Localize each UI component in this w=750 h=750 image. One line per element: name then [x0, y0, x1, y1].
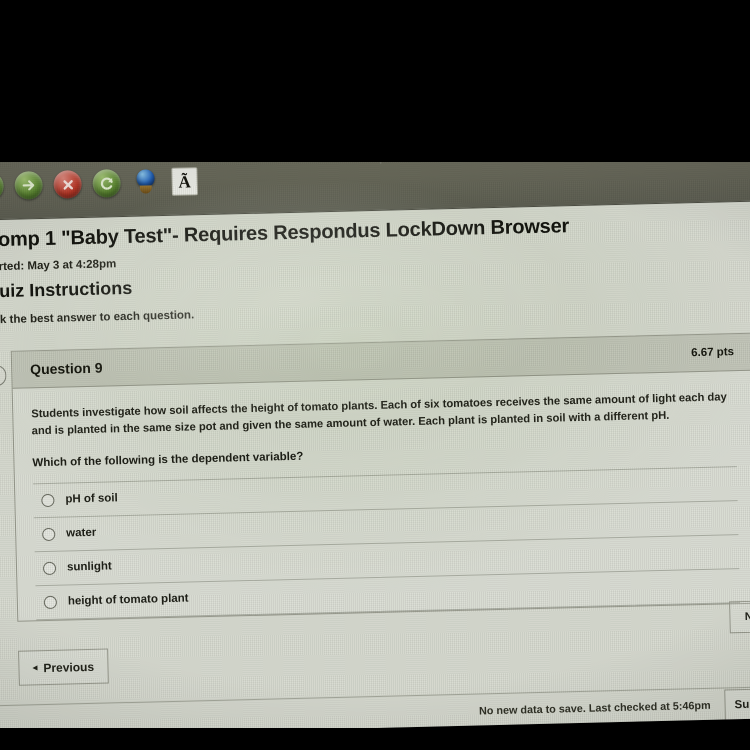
back-arrow-icon [0, 171, 5, 201]
toolbar-button-group: Ã [0, 166, 200, 201]
next-question-button[interactable]: Next ▸ [729, 599, 750, 634]
forward-arrow-icon [14, 170, 44, 200]
save-status-text: No new data to save. Last checked at 5:4… [478, 699, 711, 718]
radio-button-icon[interactable] [42, 561, 57, 575]
refresh-icon [92, 169, 122, 198]
answer-option-list: pH of soil water sunlight height of toma… [32, 465, 741, 620]
previous-question-button[interactable]: ◂ Previous [18, 648, 109, 686]
laptop-screen: Ã omp 1 "Baby Test"- Requires Respondus … [0, 137, 750, 738]
forward-button[interactable] [13, 170, 44, 201]
answer-option-label: water [66, 527, 97, 540]
previous-button-label: Previous [43, 659, 95, 675]
question-card-body: Students investigate how soil affects th… [13, 371, 750, 621]
back-button[interactable] [0, 171, 5, 202]
submit-quiz-button[interactable]: Submit Qu [724, 687, 750, 722]
answer-option-label: pH of soil [65, 492, 118, 506]
quiz-started-timestamp: rted: May 3 at 4:28pm [0, 258, 117, 274]
quiz-save-bar: No new data to save. Last checked at 5:4… [0, 685, 750, 738]
a-tilde-icon: Ã [171, 167, 198, 196]
quiz-title: omp 1 "Baby Test"- Requires Respondus Lo… [0, 215, 570, 252]
question-points: 6.67 pts [691, 346, 735, 360]
globe-button[interactable] [130, 167, 161, 198]
chrome-seam [379, 147, 382, 164]
answer-option-label: sunlight [66, 560, 112, 574]
question-stem: Students investigate how soil affects th… [31, 391, 727, 438]
font-size-button[interactable]: Ã [169, 166, 200, 197]
globe-icon [132, 168, 159, 197]
question-prompt: Which of the following is the dependent … [32, 450, 304, 470]
radio-button-icon[interactable] [43, 595, 58, 609]
refresh-button[interactable] [91, 168, 122, 199]
answer-option-label: height of tomato plant [67, 592, 189, 608]
question-number: Question 9 [29, 359, 103, 378]
screenshot-photo: Ã omp 1 "Baby Test"- Requires Respondus … [0, 0, 750, 750]
chevron-left-icon: ◂ [32, 662, 38, 673]
question-flag-icon[interactable] [0, 364, 7, 387]
laptop-bezel-top [0, 0, 750, 162]
quiz-instructions-body: k the best answer to each question. [0, 309, 195, 327]
stop-button[interactable] [52, 169, 83, 200]
close-x-icon [53, 170, 83, 199]
radio-button-icon[interactable] [42, 527, 56, 541]
quiz-instructions-heading: uiz Instructions [0, 277, 133, 302]
radio-button-icon[interactable] [41, 493, 55, 507]
quiz-page: omp 1 "Baby Test"- Requires Respondus Lo… [0, 199, 750, 738]
next-button-label: Next [744, 610, 750, 623]
question-card: Question 9 6.67 pts Students investigate… [10, 332, 750, 622]
